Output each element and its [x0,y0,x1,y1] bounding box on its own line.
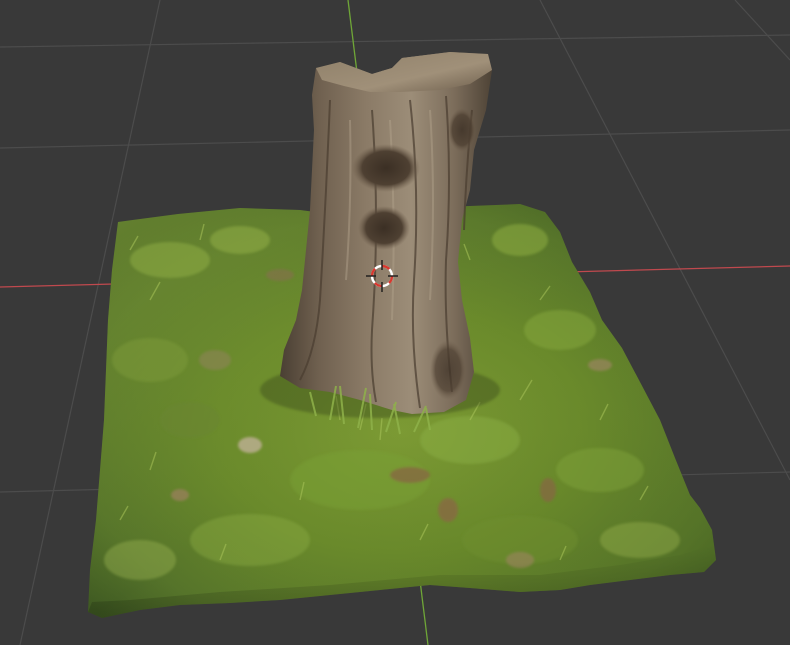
3d-viewport[interactable] [0,0,790,645]
viewport-canvas[interactable] [0,0,790,645]
